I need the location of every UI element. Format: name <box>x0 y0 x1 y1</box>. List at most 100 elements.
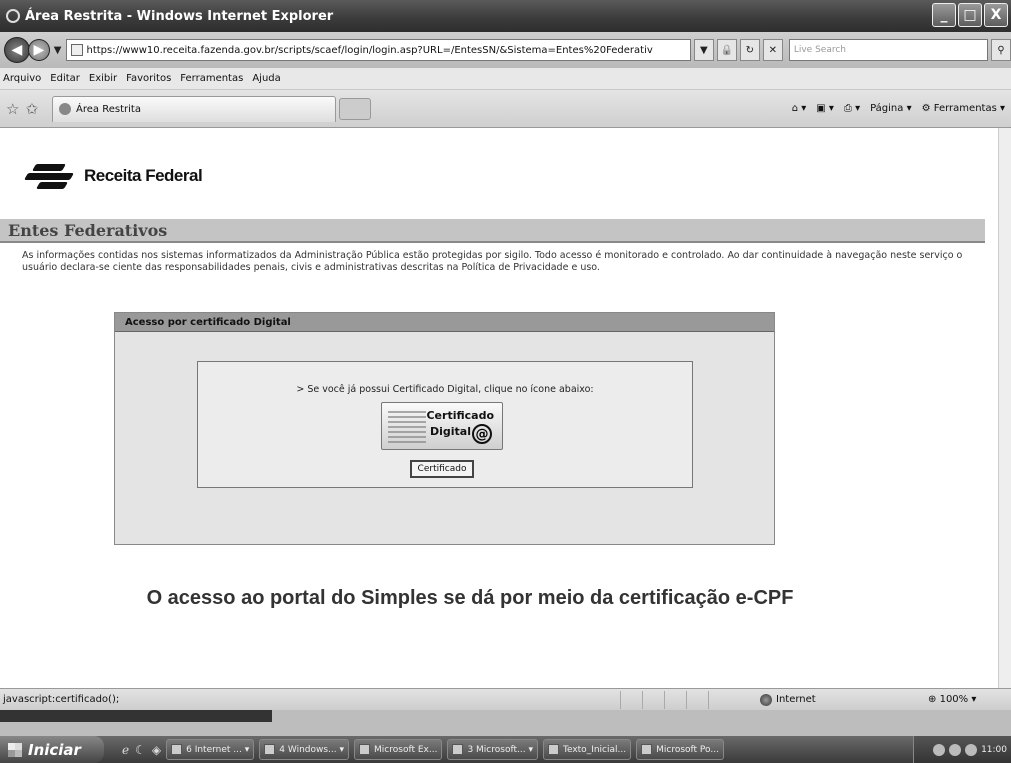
network-tray-icon[interactable] <box>933 743 946 756</box>
tab-area-restrita[interactable]: Área Restrita <box>52 95 337 122</box>
certificado-digital-icon[interactable]: Certificado Digital @ <box>381 402 503 450</box>
instruction-text: > Se você já possui Certificado Digital,… <box>296 384 594 395</box>
excel-task-icon <box>359 744 371 755</box>
window-title: Área Restrita - Windows Internet Explore… <box>25 8 334 24</box>
task-powerpoint[interactable]: Microsoft Po... <box>636 739 724 760</box>
certificado-button[interactable]: Certificado <box>410 460 474 478</box>
new-tab-button[interactable] <box>339 97 372 120</box>
clock: 11:00 <box>981 744 1007 755</box>
page-menu[interactable]: Página ▾ <box>870 103 912 114</box>
globe-icon <box>760 693 772 706</box>
search-placeholder: Live Search <box>793 45 846 55</box>
zone-label: Internet <box>776 694 816 705</box>
ie-quicklaunch-icon[interactable]: ℯ <box>122 743 129 757</box>
start-button[interactable]: Iniciar <box>0 736 104 763</box>
zoom-icon: ⊕ <box>928 694 937 705</box>
command-bar: ⌂ ▾ ▣ ▾ ⎙ ▾ Página ▾ ⚙ Ferramentas ▾ <box>792 103 1005 114</box>
stop-button[interactable]: ✕ <box>762 39 783 61</box>
menu-ajuda[interactable]: Ajuda <box>252 73 280 84</box>
cert-icon-line1: Certificado <box>426 409 494 422</box>
status-cells <box>620 690 730 709</box>
menu-ferramentas[interactable]: Ferramentas <box>180 73 243 84</box>
feeds-icon[interactable]: ▣ ▾ <box>816 103 834 114</box>
powerpoint-task-icon <box>641 744 653 755</box>
security-zone: Internet <box>760 693 816 706</box>
menu-exibir[interactable]: Exibir <box>89 73 117 84</box>
menu-bar: Arquivo Editar Exibir Favoritos Ferramen… <box>0 68 1011 90</box>
page-content: Receita Federal Entes Federativos As inf… <box>0 128 998 688</box>
brand-name: Receita Federal <box>84 166 203 185</box>
task-windows[interactable]: 4 Windows... ▾ <box>259 739 350 760</box>
forward-button[interactable]: ▶ <box>27 39 50 61</box>
tab-page-icon <box>59 103 72 115</box>
zoom-control[interactable]: ⊕ 100% ▾ <box>928 694 976 705</box>
security-tray-icon[interactable] <box>965 743 978 756</box>
windows-flag-icon <box>8 742 22 757</box>
window-controls: _ □ X <box>932 3 1008 27</box>
address-input[interactable]: https://www10.receita.fazenda.gov.br/scr… <box>65 39 691 61</box>
task-label-0: 6 Internet ... <box>186 744 242 755</box>
history-dropdown-icon[interactable]: ▼ <box>54 45 62 56</box>
refresh-button[interactable]: ↻ <box>739 39 760 61</box>
system-tray: 11:00 <box>913 736 1011 763</box>
favorites-star-icon[interactable]: ☆ <box>6 100 19 118</box>
task-label-4: Texto_Inicial... <box>562 744 627 755</box>
search-input[interactable]: Live Search <box>788 39 988 61</box>
search-icon[interactable]: ⚲ <box>991 39 1011 61</box>
page-menu-label: Página <box>870 103 904 114</box>
home-icon[interactable]: ⌂ ▾ <box>792 103 807 114</box>
folder-task-icon <box>264 744 276 755</box>
tools-menu[interactable]: ⚙ Ferramentas ▾ <box>922 103 1005 114</box>
page-icon <box>70 44 83 56</box>
task-label-1: 4 Windows... <box>279 744 337 755</box>
privacy-notice: As informações contidas nos sistemas inf… <box>22 250 963 273</box>
quick-launch: ℯ ☾ ◈ <box>122 743 161 757</box>
browser-window: Área Restrita - Windows Internet Explore… <box>0 0 1011 763</box>
ie-logo-icon <box>6 9 20 23</box>
panel-title: Acesso por certificado Digital <box>115 313 774 332</box>
document-task-icon <box>547 744 559 755</box>
media-quicklaunch-icon[interactable]: ◈ <box>152 743 161 757</box>
menu-editar[interactable]: Editar <box>50 73 80 84</box>
status-text: javascript:certificado(); <box>3 694 120 705</box>
title-bar: Área Restrita - Windows Internet Explore… <box>0 0 1011 32</box>
tools-menu-label: Ferramentas <box>933 103 997 114</box>
vertical-scrollbar[interactable] <box>998 128 1011 688</box>
minimize-button[interactable]: _ <box>932 3 956 27</box>
desktop-strip <box>0 710 1011 736</box>
certificate-panel: Acesso por certificado Digital > Se você… <box>114 312 775 545</box>
receita-federal-logo: Receita Federal <box>23 162 203 190</box>
volume-tray-icon[interactable] <box>949 743 962 756</box>
task-word[interactable]: 3 Microsoft... ▾ <box>447 739 538 760</box>
caption-text: O acesso ao portal do Simples se dá por … <box>146 587 794 609</box>
back-button[interactable]: ◀ <box>4 37 30 63</box>
task-texto-inicial[interactable]: Texto_Inicial... <box>542 739 632 760</box>
task-label-3: 3 Microsoft... <box>467 744 526 755</box>
address-toolbar: ◀ ▶ ▼ https://www10.receita.fazenda.gov.… <box>0 32 1011 68</box>
maximize-button[interactable]: □ <box>958 3 982 27</box>
section-title: Entes Federativos <box>0 219 985 243</box>
address-dropdown-icon[interactable]: ▼ <box>693 39 714 61</box>
add-favorites-icon[interactable]: ✩ <box>25 100 38 118</box>
task-internet[interactable]: 6 Internet ... ▾ <box>166 739 255 760</box>
task-label-2: Microsoft Ex... <box>374 744 438 755</box>
status-bar: javascript:certificado(); Internet ⊕ 100… <box>0 688 1011 710</box>
menu-favoritos[interactable]: Favoritos <box>126 73 171 84</box>
url-text: https://www10.receita.fazenda.gov.br/scr… <box>86 44 653 56</box>
task-label-5: Microsoft Po... <box>656 744 719 755</box>
task-excel[interactable]: Microsoft Ex... <box>354 739 443 760</box>
menu-arquivo[interactable]: Arquivo <box>3 73 41 84</box>
favorites-bar: ☆ ✩ Área Restrita ⌂ ▾ ▣ ▾ ⎙ ▾ Página ▾ ⚙… <box>0 90 1011 128</box>
close-button[interactable]: X <box>984 3 1008 27</box>
print-icon[interactable]: ⎙ ▾ <box>844 103 860 114</box>
zoom-level: 100% <box>939 694 969 705</box>
certificate-box: > Se você já possui Certificado Digital,… <box>197 361 693 488</box>
e-at-icon: @ <box>472 424 492 444</box>
word-task-icon <box>452 744 464 755</box>
cert-icon-line2: Digital <box>430 425 471 438</box>
ie-task-icon <box>171 744 183 755</box>
lock-icon[interactable]: 🔒 <box>716 39 737 61</box>
browser-quicklaunch-icon[interactable]: ☾ <box>135 743 146 757</box>
start-label: Iniciar <box>28 740 81 759</box>
tab-label: Área Restrita <box>76 103 141 115</box>
